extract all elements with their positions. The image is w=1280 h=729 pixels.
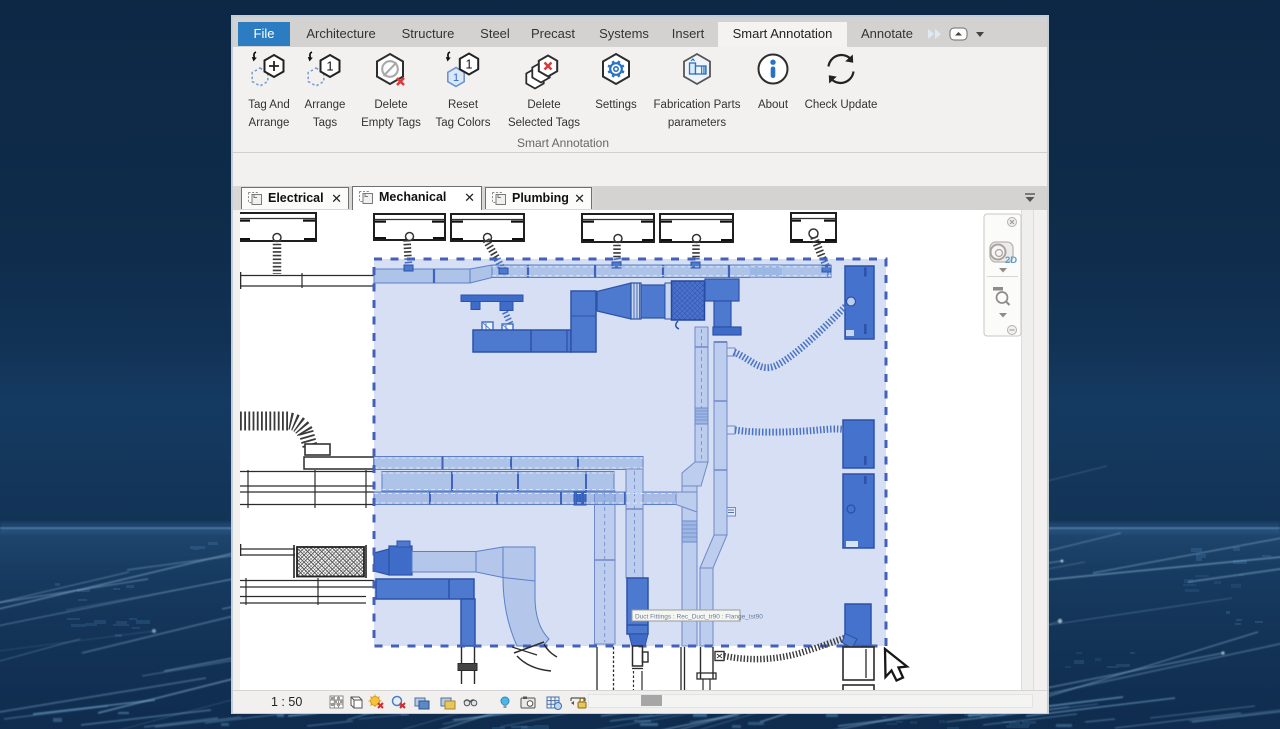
svg-text:1: 1	[466, 58, 473, 72]
svg-text:1: 1	[453, 72, 459, 84]
svg-text:1: 1	[326, 59, 333, 74]
svg-text:Duct Fittings : Rec_Duct_tr90: Duct Fittings : Rec_Duct_tr90 : Flange_t…	[635, 613, 763, 620]
svg-text:2D: 2D	[1005, 255, 1017, 266]
